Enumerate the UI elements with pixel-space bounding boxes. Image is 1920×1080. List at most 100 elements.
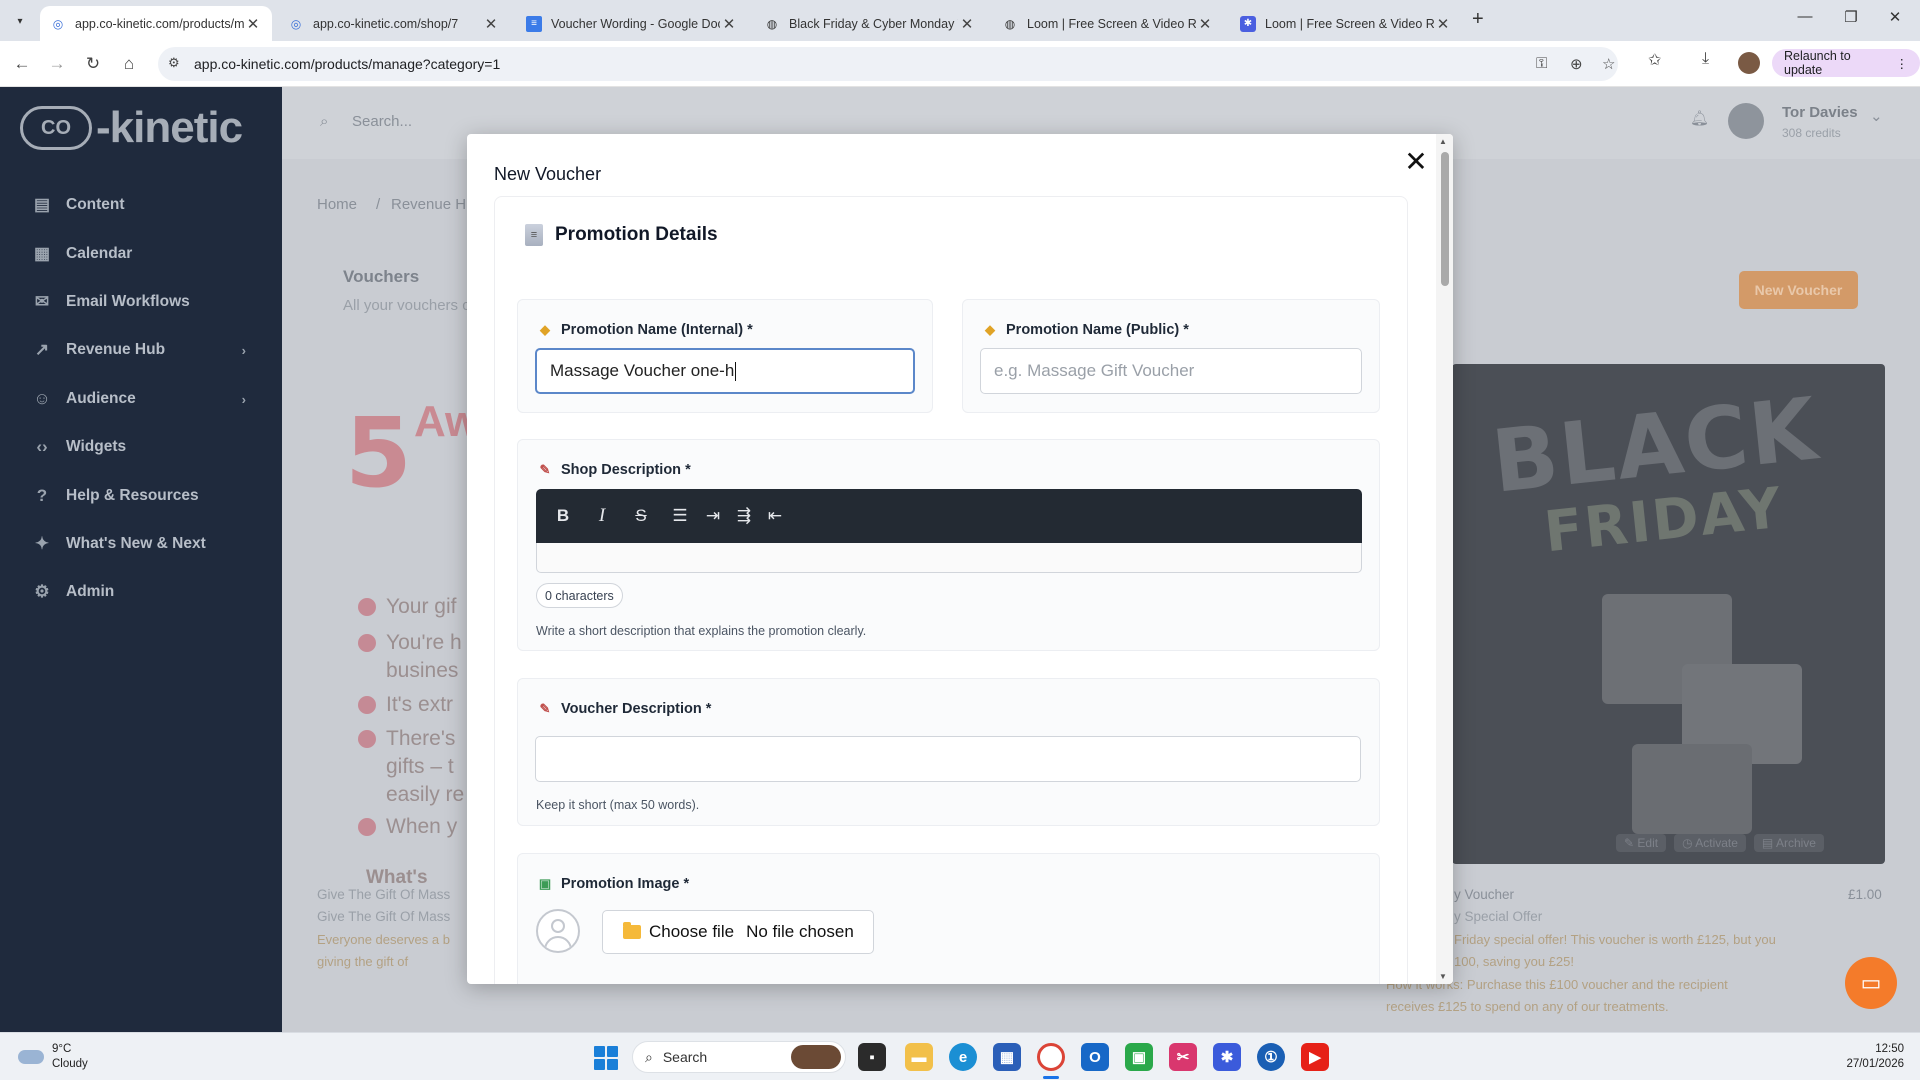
user-avatar[interactable] [1728,103,1764,139]
sidebar-item-audience[interactable]: ☺ Audience › [32,387,246,411]
bullet-list-icon[interactable]: ☰ [670,504,690,528]
file-explorer-icon[interactable]: ▬ [905,1043,933,1071]
close-icon[interactable]: ✕ [1401,148,1431,178]
sidebar-item-help[interactable]: ? Help & Resources [32,484,246,508]
extensions-icon[interactable]: ✩ [1648,50,1661,70]
browser-tab-1[interactable]: ◎ app.co-kinetic.com/products/m ✕ [40,6,272,41]
bell-icon[interactable]: 🔔︎ [1690,109,1709,127]
shop-description-editor[interactable] [536,543,1362,573]
promo-bullet: easily re [386,783,465,806]
sidebar-item-whats-new[interactable]: ✦ What's New & Next [32,532,246,556]
system-clock[interactable]: 12:50 27/01/2026 [1830,1042,1904,1072]
sidebar-item-content[interactable]: ▤ Content [32,193,246,217]
browser-tab-6[interactable]: ✱ Loom | Free Screen & Video Re ✕ [1230,6,1462,41]
close-tab-icon[interactable]: ✕ [1434,15,1452,33]
reload-icon[interactable]: ↻ [80,51,106,77]
zoom-icon[interactable]: ⊕ [1570,55,1583,73]
password-manager-icon[interactable]: ① [1257,1043,1285,1071]
relaunch-button[interactable]: Relaunch to update ⋮ [1772,49,1920,77]
loom-icon[interactable]: ✱ [1213,1043,1241,1071]
weather-widget[interactable]: 9°C Cloudy [18,1042,88,1072]
home-icon[interactable]: ⌂ [116,51,142,77]
choose-file-button[interactable]: Choose file No file chosen [602,910,874,954]
download-icon[interactable]: ⤓ [1702,50,1709,68]
decrease-indent-icon[interactable]: ⇤ [765,504,785,528]
windows-start-icon[interactable] [594,1046,618,1070]
browser-tab-3[interactable]: ≡ Voucher Wording - Google Doc ✕ [516,6,748,41]
co-kinetic-logo[interactable]: CO -kinetic [20,103,243,153]
internal-name-input[interactable]: Massage Voucher one-h [535,348,915,394]
voucher-card-desc: Friday special offer! This voucher is wo… [1454,932,1776,947]
modal-title: New Voucher [494,164,602,184]
task-view-icon[interactable]: ▪ [858,1043,886,1071]
new-tab-plus-icon[interactable]: + [1472,8,1484,31]
back-arrow-icon[interactable]: ← [9,51,35,77]
more-menu-icon[interactable]: ⋮ [1896,56,1909,71]
breadcrumb-home[interactable]: Home [317,196,357,213]
breadcrumb-current[interactable]: Revenue H [391,196,466,213]
tab-search-chevron-icon[interactable]: ▾ [8,9,32,33]
edge-icon[interactable]: e [949,1043,977,1071]
taskbar-search[interactable]: ⌕ Search [632,1041,846,1073]
close-tab-icon[interactable]: ✕ [720,15,738,33]
new-voucher-button[interactable]: New Voucher [1739,271,1858,309]
snipping-tool-icon[interactable]: ✂ [1169,1043,1197,1071]
windows-taskbar: 9°C Cloudy ⌕ Search ▪ ▬ e ▦ O ▣ ✂ ✱ ① ▶ … [0,1032,1920,1080]
public-name-input[interactable]: e.g. Massage Gift Voucher [980,348,1362,394]
close-tab-icon[interactable]: ✕ [958,15,976,33]
promo-bullet: There's [386,727,456,750]
scroll-down-arrow-icon[interactable]: ▼ [1439,972,1447,981]
italic-icon[interactable]: I [592,504,612,528]
activate-button[interactable]: ◷ Activate [1674,834,1746,852]
new-voucher-modal: New Voucher ✕ ≡ Promotion Details ◆ Prom… [467,134,1453,984]
memo-icon: ✎ [539,462,551,477]
edit-button[interactable]: ✎ Edit [1616,834,1667,852]
bookmark-star-icon[interactable]: ☆ [1602,55,1615,73]
increase-indent-icon[interactable]: ⇶ [734,504,754,528]
profile-avatar[interactable] [1738,52,1760,74]
voucher-card-desc: receives £125 to spend on any of our tre… [1386,999,1669,1014]
user-name: Tor Davies [1782,104,1858,121]
url-text[interactable]: app.co-kinetic.com/products/manage?categ… [194,56,500,72]
sidebar-item-revenue-hub[interactable]: ↗ Revenue Hub › [32,338,246,362]
bold-icon[interactable]: B [553,504,573,528]
sidebar-item-label: Content [66,196,125,213]
sidebar-item-admin[interactable]: ⚙ Admin [32,580,246,604]
sidebar-item-email-workflows[interactable]: ✉ Email Workflows [32,290,246,314]
archive-button[interactable]: ▤ Archive [1753,834,1824,852]
chevron-down-icon[interactable]: ⌄ [1870,107,1883,125]
app-search-input[interactable]: Search... [352,113,412,130]
password-key-icon[interactable]: ⚿ [1536,55,1547,72]
chrome-icon[interactable] [1037,1043,1065,1071]
store-icon[interactable]: ▦ [993,1043,1021,1071]
indent-icon[interactable]: ⇥ [703,504,723,528]
close-tab-icon[interactable]: ✕ [244,15,262,33]
strikethrough-icon[interactable]: S [631,504,651,528]
chat-support-icon[interactable]: ▭ [1845,957,1897,1009]
browser-tab-2[interactable]: ◎ app.co-kinetic.com/shop/7 ✕ [278,6,510,41]
browser-tab-4[interactable]: ◍ Black Friday & Cyber Monday V ✕ [754,6,986,41]
trend-icon: ↗ [34,340,50,359]
scroll-up-arrow-icon[interactable]: ▲ [1439,137,1447,146]
sidebar-item-widgets[interactable]: ‹› Widgets [32,435,246,459]
browser-tab-5[interactable]: ◍ Loom | Free Screen & Video Re ✕ [992,6,1224,41]
minimize-icon[interactable]: — [1782,8,1828,25]
tab-title: Voucher Wording - Google Doc [551,16,720,31]
close-tab-icon[interactable]: ✕ [1196,15,1214,33]
address-bar[interactable]: ⚙ app.co-kinetic.com/products/manage?cat… [158,47,1618,81]
file-status: No file chosen [746,922,854,941]
site-info-icon[interactable]: ⚙ [168,55,180,71]
clock-date: 27/01/2026 [1846,1058,1904,1070]
outlook-icon[interactable]: O [1081,1043,1109,1071]
sidebar-item-calendar[interactable]: ▦ Calendar [32,242,246,266]
restore-icon[interactable]: ❐ [1828,8,1874,26]
tab-title: Loom | Free Screen & Video Re [1027,16,1196,31]
youtube-icon[interactable]: ▶ [1301,1043,1329,1071]
modal-scrollbar-thumb[interactable] [1441,152,1449,286]
presenter-icon[interactable]: ▣ [1125,1043,1153,1071]
window-close-icon[interactable]: ✕ [1872,8,1918,26]
close-tab-icon[interactable]: ✕ [482,15,500,33]
cloud-icon [18,1050,44,1064]
forward-arrow-icon[interactable]: → [44,51,70,77]
voucher-description-input[interactable] [535,736,1361,782]
